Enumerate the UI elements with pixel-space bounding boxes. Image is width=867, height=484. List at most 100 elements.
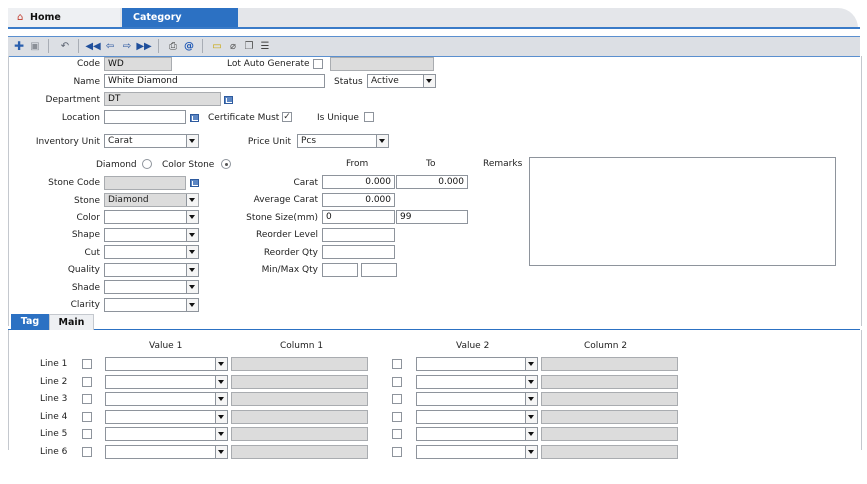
average-carat-field[interactable]: 0.000 bbox=[322, 193, 395, 207]
line-column1-field[interactable] bbox=[231, 357, 368, 371]
carat-to-field[interactable]: 0.000 bbox=[396, 175, 468, 189]
line-value1-select[interactable] bbox=[105, 427, 228, 441]
cut-select[interactable] bbox=[104, 245, 199, 259]
chevron-down-icon[interactable] bbox=[525, 393, 537, 405]
line-column2-field[interactable] bbox=[541, 375, 678, 389]
line-value2-select[interactable] bbox=[416, 410, 538, 424]
line-column2-field[interactable] bbox=[541, 410, 678, 424]
chevron-down-icon[interactable] bbox=[215, 446, 227, 458]
lot-auto-generate-field[interactable] bbox=[330, 57, 434, 71]
price-unit-select[interactable]: Pcs bbox=[297, 134, 389, 148]
tab-home[interactable]: ⌂ Home bbox=[8, 8, 120, 28]
line-value2-select[interactable] bbox=[416, 427, 538, 441]
chevron-down-icon[interactable] bbox=[186, 194, 198, 206]
carat-from-field[interactable]: 0.000 bbox=[322, 175, 395, 189]
certificate-must-checkbox[interactable]: ✓ bbox=[282, 112, 292, 122]
chevron-down-icon[interactable] bbox=[186, 135, 198, 147]
chevron-down-icon[interactable] bbox=[525, 446, 537, 458]
line-column1-field[interactable] bbox=[231, 427, 368, 441]
remarks-textarea[interactable] bbox=[529, 157, 836, 266]
location-lookup-icon[interactable] bbox=[190, 114, 199, 122]
stone-code-lookup-icon[interactable] bbox=[190, 179, 199, 187]
line-column2-field[interactable] bbox=[541, 427, 678, 441]
shade-select[interactable] bbox=[104, 280, 199, 294]
print-icon[interactable]: ⎙ bbox=[166, 39, 180, 53]
line-value2-checkbox[interactable] bbox=[392, 429, 402, 439]
line-value1-select[interactable] bbox=[105, 357, 228, 371]
line-value2-checkbox[interactable] bbox=[392, 359, 402, 369]
chevron-down-icon[interactable] bbox=[186, 281, 198, 293]
chevron-down-icon[interactable] bbox=[215, 428, 227, 440]
chevron-down-icon[interactable] bbox=[186, 211, 198, 223]
line-value1-select[interactable] bbox=[105, 392, 228, 406]
chevron-down-icon[interactable] bbox=[376, 135, 388, 147]
line-column2-field[interactable] bbox=[541, 357, 678, 371]
name-field[interactable]: White Diamond bbox=[104, 74, 325, 88]
line-column1-field[interactable] bbox=[231, 375, 368, 389]
chevron-down-icon[interactable] bbox=[186, 264, 198, 276]
chevron-down-icon[interactable] bbox=[215, 393, 227, 405]
line-column2-field[interactable] bbox=[541, 392, 678, 406]
line-value1-checkbox[interactable] bbox=[82, 377, 92, 387]
previous-record-icon[interactable]: ⇦ bbox=[103, 39, 117, 53]
line-value2-checkbox[interactable] bbox=[392, 412, 402, 422]
quality-select[interactable] bbox=[104, 263, 199, 277]
note-icon[interactable]: ▭ bbox=[210, 39, 224, 53]
line-value1-checkbox[interactable] bbox=[82, 412, 92, 422]
chevron-down-icon[interactable] bbox=[186, 229, 198, 241]
line-column1-field[interactable] bbox=[231, 445, 368, 459]
min-qty-field[interactable] bbox=[322, 263, 358, 277]
attach-icon[interactable]: ⌀ bbox=[226, 39, 240, 53]
line-value1-checkbox[interactable] bbox=[82, 359, 92, 369]
chevron-down-icon[interactable] bbox=[525, 411, 537, 423]
reorder-qty-field[interactable] bbox=[322, 245, 395, 259]
diamond-radio[interactable] bbox=[142, 159, 152, 169]
line-value1-checkbox[interactable] bbox=[82, 394, 92, 404]
line-value1-select[interactable] bbox=[105, 445, 228, 459]
chevron-down-icon[interactable] bbox=[525, 428, 537, 440]
stone-size-from-field[interactable]: 0 bbox=[322, 210, 395, 224]
inventory-unit-select[interactable]: Carat bbox=[104, 134, 199, 148]
next-record-icon[interactable]: ⇨ bbox=[120, 39, 134, 53]
tab-tag[interactable]: Tag bbox=[11, 314, 49, 330]
line-value1-select[interactable] bbox=[105, 410, 228, 424]
line-value2-select[interactable] bbox=[416, 357, 538, 371]
code-field[interactable]: WD bbox=[104, 57, 172, 71]
line-value2-select[interactable] bbox=[416, 375, 538, 389]
chevron-down-icon[interactable] bbox=[525, 358, 537, 370]
undo-icon[interactable]: ↶ bbox=[58, 39, 72, 53]
line-value2-checkbox[interactable] bbox=[392, 394, 402, 404]
tab-category[interactable]: Category bbox=[122, 8, 238, 28]
status-select[interactable]: Active bbox=[367, 74, 436, 88]
line-value2-select[interactable] bbox=[416, 445, 538, 459]
is-unique-checkbox[interactable] bbox=[364, 112, 374, 122]
color-stone-radio[interactable] bbox=[221, 159, 231, 169]
stone-code-field[interactable] bbox=[104, 176, 186, 190]
add-icon[interactable]: ✚ bbox=[12, 39, 26, 53]
lot-auto-generate-checkbox[interactable] bbox=[313, 59, 323, 69]
line-value2-checkbox[interactable] bbox=[392, 377, 402, 387]
color-select[interactable] bbox=[104, 210, 199, 224]
list-icon[interactable]: ☰ bbox=[258, 39, 272, 53]
email-icon[interactable]: @ bbox=[182, 39, 196, 53]
line-column1-field[interactable] bbox=[231, 410, 368, 424]
line-column2-field[interactable] bbox=[541, 445, 678, 459]
stone-select[interactable]: Diamond bbox=[104, 193, 199, 207]
last-record-icon[interactable]: ▶▶ bbox=[136, 39, 151, 53]
chevron-down-icon[interactable] bbox=[215, 411, 227, 423]
chevron-down-icon[interactable] bbox=[215, 358, 227, 370]
line-column1-field[interactable] bbox=[231, 392, 368, 406]
copy-icon[interactable]: ❐ bbox=[242, 39, 256, 53]
reorder-level-field[interactable] bbox=[322, 228, 395, 242]
line-value1-select[interactable] bbox=[105, 375, 228, 389]
shape-select[interactable] bbox=[104, 228, 199, 242]
stone-size-to-field[interactable]: 99 bbox=[396, 210, 468, 224]
line-value1-checkbox[interactable] bbox=[82, 447, 92, 457]
chevron-down-icon[interactable] bbox=[186, 246, 198, 258]
line-value2-select[interactable] bbox=[416, 392, 538, 406]
first-record-icon[interactable]: ◀◀ bbox=[85, 39, 100, 53]
max-qty-field[interactable] bbox=[361, 263, 397, 277]
line-value2-checkbox[interactable] bbox=[392, 447, 402, 457]
chevron-down-icon[interactable] bbox=[215, 376, 227, 388]
department-lookup-icon[interactable] bbox=[224, 96, 233, 104]
